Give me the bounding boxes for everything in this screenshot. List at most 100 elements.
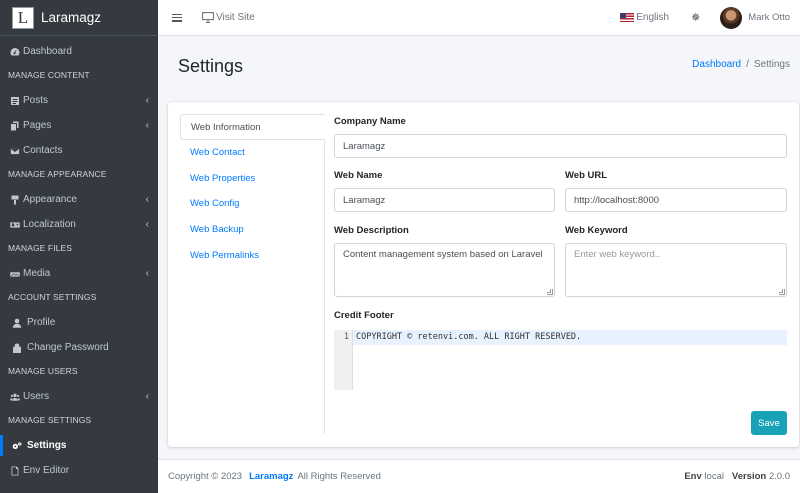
- save-button[interactable]: Save: [751, 411, 787, 435]
- web-description-textarea[interactable]: Content management system based on Larav…: [334, 243, 555, 297]
- sidebar-item-label: Posts: [23, 95, 49, 106]
- sidebar-item-label: Settings: [27, 440, 67, 451]
- envelope-icon: [9, 146, 21, 156]
- sidebar-item-change-password[interactable]: Change Password: [0, 335, 158, 360]
- sidebar-item-label: Contacts: [23, 145, 63, 156]
- lock-icon: [11, 343, 23, 353]
- nav-header-users: MANAGE USERS: [8, 366, 78, 376]
- top-navbar: Visit Site English ✵ Mark Otto: [158, 0, 800, 36]
- web-name-label: Web Name: [334, 170, 383, 181]
- sidebar-item-label: Profile: [27, 317, 56, 328]
- nav-header-account: ACCOUNT SETTINGS: [8, 292, 97, 302]
- sidebar-item-label: Change Password: [27, 342, 109, 353]
- breadcrumb-dashboard-link[interactable]: Dashboard: [692, 59, 741, 70]
- page-title: Settings: [178, 56, 244, 76]
- breadcrumb-separator: /: [746, 59, 749, 70]
- file-code-icon: [9, 466, 21, 476]
- nav-header-files: MANAGE FILES: [8, 243, 73, 253]
- resize-handle-icon[interactable]: [547, 289, 553, 295]
- resize-handle-icon[interactable]: [779, 289, 785, 295]
- user-name[interactable]: Mark Otto: [748, 12, 790, 23]
- line-number: 1: [334, 330, 353, 390]
- settings-card: Web Information Web Contact Web Properti…: [168, 102, 799, 447]
- sidebar-item-label: Users: [23, 391, 50, 402]
- visit-site-link[interactable]: Visit Site: [202, 12, 255, 23]
- cogs-icon: [11, 441, 23, 451]
- sidebar-item-posts[interactable]: Posts ‹: [0, 88, 158, 113]
- chevron-left-icon: ‹: [145, 120, 149, 131]
- brand-name: Laramagz: [41, 10, 102, 25]
- company-name-label: Company Name: [334, 116, 406, 127]
- env-label: Env: [684, 471, 702, 482]
- web-description-label: Web Description: [334, 225, 409, 236]
- credit-footer-label: Credit Footer: [334, 310, 394, 321]
- footer-brand-link[interactable]: Laramagz: [249, 471, 293, 482]
- tab-web-properties[interactable]: Web Properties: [180, 166, 324, 192]
- footer-copyright: Copyright © 2023: [168, 471, 243, 482]
- desktop-icon: [202, 12, 214, 23]
- file-icon: [9, 96, 21, 106]
- theme-toggle-icon[interactable]: ✵: [691, 11, 700, 24]
- credit-footer-code-editor[interactable]: 1 COPYRIGHT © retenvi.com. ALL RIGHT RES…: [334, 330, 787, 390]
- web-keyword-label: Web Keyword: [565, 225, 628, 236]
- nav-header-content: MANAGE CONTENT: [8, 70, 90, 80]
- version-label: Version: [731, 471, 767, 482]
- users-icon: [9, 392, 21, 402]
- footer: Copyright © 2023 Laramagz All Rights Res…: [158, 459, 800, 493]
- brand-link[interactable]: L Laramagz: [0, 0, 158, 36]
- menu-toggle-icon[interactable]: [172, 13, 182, 22]
- avatar[interactable]: [720, 6, 743, 29]
- env-value: local: [704, 471, 724, 482]
- brush-icon: [9, 195, 21, 205]
- sidebar-item-label: Pages: [23, 120, 52, 131]
- footer-env: Env local Version 2.0.0: [684, 471, 790, 482]
- nav-header-appearance: MANAGE APPEARANCE: [8, 169, 107, 179]
- chevron-left-icon: ‹: [145, 268, 149, 279]
- language-dropdown[interactable]: English: [620, 12, 669, 23]
- nav-header-settings: MANAGE SETTINGS: [8, 415, 92, 425]
- web-url-input[interactable]: [565, 188, 787, 212]
- photo-video-icon: [9, 269, 21, 279]
- tachometer-icon: [9, 47, 21, 57]
- tab-web-backup[interactable]: Web Backup: [180, 217, 324, 243]
- language-icon: [9, 220, 21, 230]
- chevron-left-icon: ‹: [145, 194, 149, 205]
- company-name-input[interactable]: [334, 134, 787, 158]
- breadcrumb: Dashboard / Settings: [692, 59, 790, 70]
- sidebar-item-pages[interactable]: Pages ‹: [0, 113, 158, 138]
- tab-web-contact[interactable]: Web Contact: [180, 140, 324, 166]
- web-keyword-textarea[interactable]: [565, 243, 787, 297]
- footer-rights: All Rights Reserved: [297, 471, 381, 482]
- tab-web-config[interactable]: Web Config: [180, 191, 324, 217]
- us-flag-icon: [620, 13, 635, 22]
- sidebar-item-env-editor[interactable]: Env Editor: [0, 458, 158, 483]
- language-label: English: [636, 12, 670, 23]
- breadcrumb-current: Settings: [753, 59, 790, 70]
- chevron-left-icon: ‹: [145, 219, 149, 230]
- version-value: 2.0.0: [768, 471, 790, 482]
- web-name-input[interactable]: [334, 188, 555, 212]
- sidebar-item-localization[interactable]: Localization ‹: [0, 212, 158, 237]
- sidebar-item-profile[interactable]: Profile: [0, 310, 158, 335]
- sidebar-item-contacts[interactable]: Contacts: [0, 138, 158, 163]
- tab-web-permalinks[interactable]: Web Permalinks: [180, 243, 324, 269]
- sidebar-item-users[interactable]: Users ‹: [0, 384, 158, 409]
- user-icon: [11, 318, 23, 328]
- sidebar-item-label: Localization: [23, 219, 76, 230]
- sidebar-item-label: Appearance: [23, 194, 77, 205]
- sidebar: L Laramagz Dashboard MANAGE CONTENT Post…: [0, 0, 158, 493]
- sidebar-item-settings[interactable]: Settings: [0, 433, 158, 458]
- sidebar-item-appearance[interactable]: Appearance ‹: [0, 187, 158, 212]
- sidebar-item-media[interactable]: Media ‹: [0, 261, 158, 286]
- sidebar-item-label: Media: [23, 268, 51, 279]
- sidebar-item-dashboard[interactable]: Dashboard: [0, 39, 158, 64]
- web-url-label: Web URL: [565, 170, 608, 181]
- settings-tabs: Web Information Web Contact Web Properti…: [180, 114, 325, 434]
- sidebar-item-label: Env Editor: [23, 465, 70, 476]
- brand-logo: L: [12, 6, 34, 29]
- sidebar-item-label: Dashboard: [23, 46, 72, 57]
- tab-web-information[interactable]: Web Information: [180, 114, 325, 140]
- code-line[interactable]: COPYRIGHT © retenvi.com. ALL RIGHT RESER…: [353, 330, 787, 345]
- chevron-left-icon: ‹: [145, 95, 149, 106]
- chevron-left-icon: ‹: [145, 391, 149, 402]
